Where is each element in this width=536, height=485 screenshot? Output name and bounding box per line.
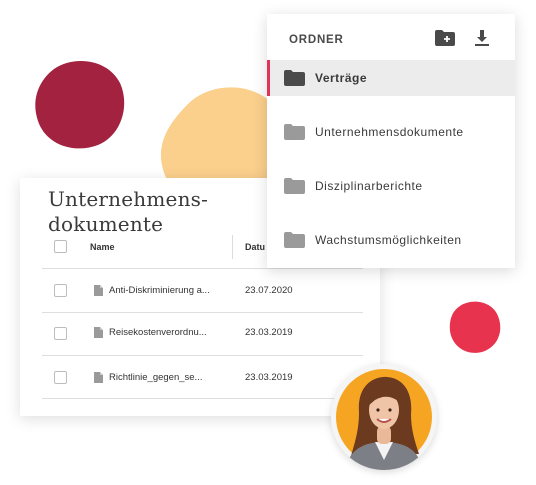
folder-panel: ORDNER Verträge Unternehmensdokumente Di…	[267, 14, 515, 268]
folder-label: Disziplinarberichte	[315, 179, 423, 193]
row-checkbox[interactable]	[54, 371, 67, 384]
table-row[interactable]: Anti-Diskriminierung a... 23.07.2020	[20, 269, 380, 311]
table-row[interactable]: Richtlinie_gegen_se... 23.03.2019	[20, 356, 380, 398]
column-header-name[interactable]: Name	[90, 242, 115, 252]
row-divider	[42, 398, 363, 399]
folder-item-unternehmensdokumente[interactable]: Unternehmensdokumente	[267, 114, 515, 150]
file-date: 23.03.2019	[245, 372, 293, 383]
column-header-date[interactable]: Datu	[245, 242, 265, 252]
table-row[interactable]: Reisekostenverordnu... 23.03.2019	[20, 313, 380, 355]
folder-item-disziplinarberichte[interactable]: Disziplinarberichte	[267, 168, 515, 204]
user-photo-icon	[336, 369, 432, 470]
folder-icon	[284, 124, 305, 140]
folder-label: Wachstumsmöglichkeiten	[315, 233, 462, 247]
file-icon	[94, 372, 103, 383]
folder-icon	[284, 232, 305, 248]
decorative-blob-red	[449, 301, 501, 353]
file-name: Anti-Diskriminierung a...	[109, 285, 210, 296]
folder-icon	[284, 178, 305, 194]
folder-label: Verträge	[315, 71, 368, 85]
folder-plus-icon[interactable]	[434, 28, 456, 48]
decorative-blob-wine	[35, 60, 125, 149]
avatar	[331, 364, 437, 470]
folder-item-wachstumsmoeglichkeiten[interactable]: Wachstumsmöglichkeiten	[267, 222, 515, 258]
select-all-checkbox[interactable]	[54, 240, 67, 253]
file-date: 23.03.2019	[245, 327, 293, 338]
download-icon[interactable]	[471, 28, 493, 48]
row-checkbox[interactable]	[54, 284, 67, 297]
file-icon	[94, 327, 103, 338]
folder-icon	[284, 70, 305, 86]
file-name: Reisekostenverordnu...	[109, 327, 207, 338]
row-checkbox[interactable]	[54, 327, 67, 340]
file-icon	[94, 285, 103, 296]
folder-panel-title: ORDNER	[289, 34, 344, 46]
column-divider	[232, 235, 233, 259]
documents-title: Unternehmens-dokumente	[48, 187, 209, 236]
folder-item-vertraege[interactable]: Verträge	[267, 60, 515, 96]
file-name: Richtlinie_gegen_se...	[109, 372, 203, 383]
folder-label: Unternehmensdokumente	[315, 125, 464, 139]
file-date: 23.07.2020	[245, 285, 293, 296]
